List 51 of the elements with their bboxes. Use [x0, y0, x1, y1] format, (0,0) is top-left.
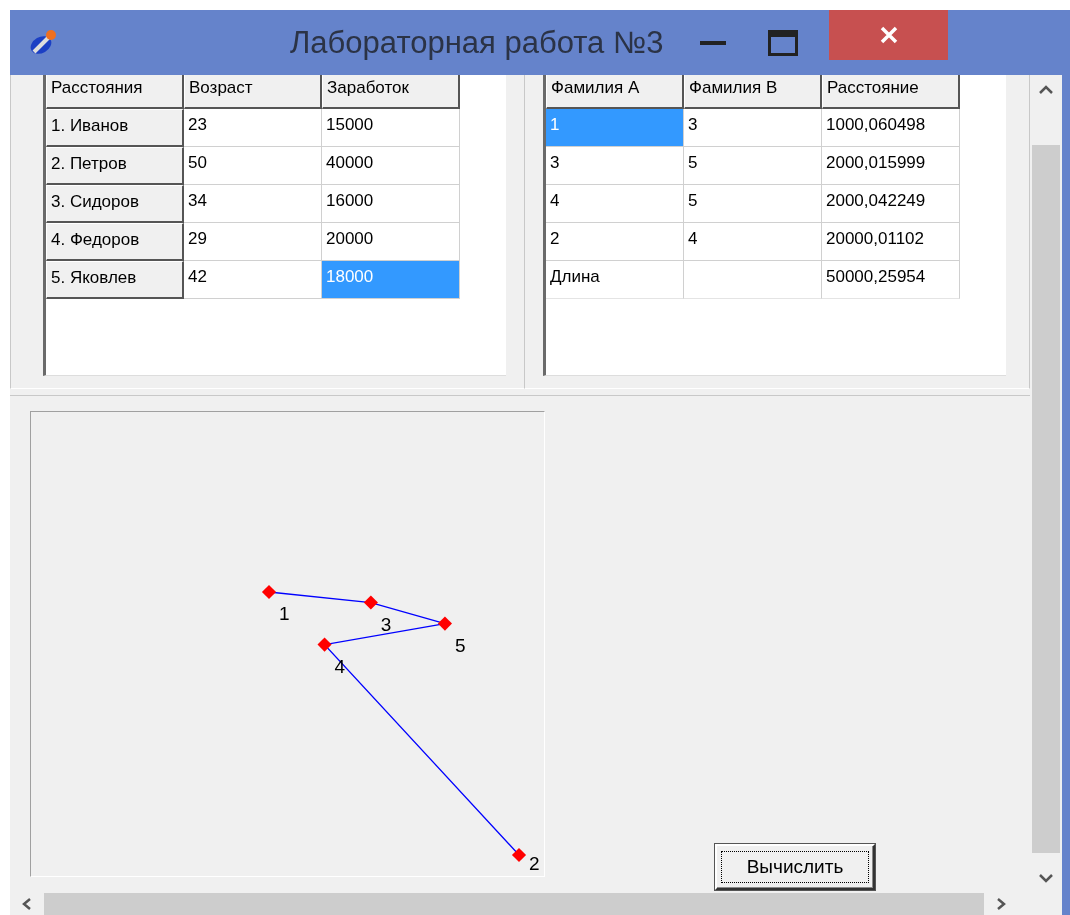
- row-header[interactable]: 1. Иванов: [46, 109, 184, 147]
- table-cell[interactable]: 5: [684, 147, 822, 185]
- table-cell[interactable]: 1000,060498: [822, 109, 960, 147]
- table-cell[interactable]: 29: [184, 223, 322, 261]
- table-cell[interactable]: 4: [546, 185, 684, 223]
- scroll-up-icon: [1038, 85, 1054, 95]
- node-label: 3: [380, 613, 392, 635]
- table-cell[interactable]: 2000,042249: [822, 185, 960, 223]
- node-label: 1: [279, 603, 290, 624]
- close-icon: [878, 25, 899, 45]
- node-label: 4: [334, 655, 346, 677]
- table-cell[interactable]: 2: [546, 223, 684, 261]
- row-header[interactable]: 2. Петров: [46, 147, 184, 185]
- column-header[interactable]: Возраст: [184, 75, 322, 109]
- column-header[interactable]: Заработок: [322, 75, 460, 109]
- table-cell[interactable]: 20000,01102: [822, 223, 960, 261]
- table-cell[interactable]: 16000: [322, 185, 460, 223]
- empty-cell[interactable]: [684, 261, 822, 299]
- table-cell[interactable]: 5: [684, 185, 822, 223]
- node-label: 2: [529, 853, 540, 874]
- scroll-left-icon: [22, 897, 32, 911]
- table-cell[interactable]: 3: [546, 147, 684, 185]
- table-cell[interactable]: 15000: [322, 109, 460, 147]
- table-cell[interactable]: 2000,015999: [822, 147, 960, 185]
- table-cell[interactable]: Длина: [546, 261, 684, 299]
- column-header[interactable]: Расстояния: [46, 75, 184, 109]
- scroll-right-icon: [996, 897, 1006, 911]
- table-cell[interactable]: 3: [684, 109, 822, 147]
- scroll-down-icon: [1038, 873, 1054, 883]
- node-label: 5: [454, 634, 466, 656]
- table-cell[interactable]: 23: [184, 109, 322, 147]
- graph-node: [437, 616, 452, 631]
- table-cell[interactable]: 50: [184, 147, 322, 185]
- row-header[interactable]: 3. Сидоров: [46, 185, 184, 223]
- column-header[interactable]: Фамилия A: [546, 75, 684, 109]
- row-header[interactable]: 5. Яковлев: [46, 261, 184, 299]
- column-header[interactable]: Расстояние: [822, 75, 960, 109]
- column-header[interactable]: Фамилия B: [684, 75, 822, 109]
- close-button[interactable]: [829, 10, 949, 60]
- window-title: Лабораторная работа №3: [290, 24, 664, 61]
- table-cell[interactable]: 34: [184, 185, 322, 223]
- scroll-thumb[interactable]: [1032, 145, 1060, 853]
- table-cell[interactable]: 50000,25954: [822, 261, 960, 299]
- row-header[interactable]: 4. Федоров: [46, 223, 184, 261]
- calculate-button[interactable]: Вычислить: [715, 844, 875, 890]
- table-cell[interactable]: 40000: [322, 147, 460, 185]
- maximize-icon: [768, 29, 799, 56]
- graph-node: [363, 595, 378, 610]
- vertical-scrollbar[interactable]: [1030, 75, 1062, 893]
- table-cell[interactable]: 4: [684, 223, 822, 261]
- minimize-icon: [700, 39, 727, 46]
